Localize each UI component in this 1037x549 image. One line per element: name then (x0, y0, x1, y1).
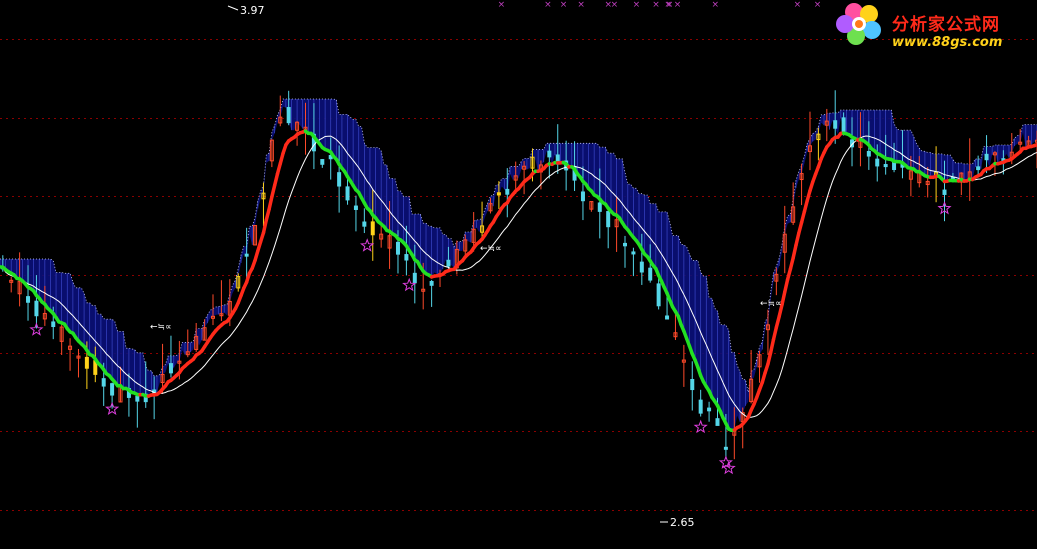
candle-body (707, 407, 712, 412)
star-marker (360, 238, 375, 252)
resistance-band (0, 98, 1037, 431)
candle-body (606, 211, 611, 228)
candle-body (110, 383, 115, 396)
candle-body (866, 150, 871, 157)
candle-body (648, 267, 653, 281)
top-x-marker: × (712, 0, 720, 10)
candle-body (715, 418, 720, 426)
candle-body (656, 283, 661, 307)
low-price-label: 2.65 (670, 516, 695, 529)
bull-segment (791, 243, 798, 260)
candle-body (84, 356, 89, 369)
bull-segment (272, 172, 280, 187)
candle-body (26, 296, 31, 303)
candle-body (723, 446, 728, 450)
candle-body (505, 188, 510, 195)
chart-canvas: ×× × × × ×× × ××× × ××←≒∝←≒∝←≒∝ (0, 0, 1037, 523)
candle-body (446, 259, 451, 267)
candle-body (337, 172, 342, 187)
star-marker (693, 419, 708, 434)
candle-body (345, 186, 350, 201)
candle-body (286, 107, 291, 124)
candle-body (496, 192, 501, 196)
bull-segment (270, 183, 277, 199)
candle-body (353, 205, 358, 210)
bull-segment (780, 290, 787, 307)
candle-body (580, 191, 585, 202)
top-x-marker: × (498, 0, 506, 10)
candle-body (168, 363, 173, 374)
signal-markers: ×× × × × ×× × ××× × ××←≒∝←≒∝←≒∝ (29, 0, 952, 523)
candle-body (875, 158, 880, 167)
candle-body (690, 378, 695, 391)
bull-segment (771, 325, 779, 342)
candle-body (597, 202, 602, 212)
top-x-marker: × (605, 0, 613, 10)
cross-label: ←≒∝ (480, 244, 502, 254)
candle-body (984, 153, 989, 161)
band-area (0, 99, 1037, 431)
candle-body (547, 150, 552, 158)
candle-body (429, 280, 434, 286)
candle-body (34, 300, 39, 317)
candle-body (883, 164, 888, 168)
candle-body (395, 241, 400, 255)
candle-body (362, 221, 367, 227)
cross-label: ←≒∝ (760, 299, 782, 309)
candle-body (631, 251, 636, 255)
high-pointer (227, 5, 239, 11)
candle-body (404, 254, 409, 261)
candle-body (51, 321, 56, 328)
high-price-label: 3.97 (240, 4, 265, 17)
candle-body (841, 117, 846, 133)
flower-logo-icon (836, 3, 881, 45)
candle-body (101, 378, 106, 387)
candle-body (833, 120, 838, 129)
top-x-marker: × (560, 0, 568, 10)
bull-segment (794, 231, 801, 247)
bull-segment (267, 194, 274, 212)
candle-body (370, 221, 375, 236)
top-x-marker: × (577, 0, 585, 10)
candle-body (942, 189, 947, 195)
candle-body (698, 399, 703, 414)
cross-label: ←≒∝ (150, 322, 172, 332)
candle-body (244, 253, 249, 257)
top-x-marker: × (674, 0, 682, 10)
logo-url: www.88gs.com (892, 35, 1003, 50)
site-logo: 分析家公式网 www.88gs.com (836, 2, 1036, 54)
bull-segment (783, 277, 790, 294)
candle-body (135, 395, 140, 402)
candle-body (412, 272, 417, 284)
logo-title: 分析家公式网 (892, 15, 1000, 35)
top-x-marker: × (794, 0, 802, 10)
candle-body (976, 166, 981, 171)
top-x-marker: × (814, 0, 822, 10)
bull-segment (768, 337, 776, 355)
top-x-marker: × (544, 0, 552, 10)
top-x-marker: × (666, 0, 674, 10)
candle-body (639, 261, 644, 273)
top-x-marker: × (633, 0, 641, 10)
candle-body (320, 159, 325, 165)
candle-body (623, 242, 628, 247)
candle-body (665, 315, 670, 320)
top-x-marker: × (652, 0, 660, 10)
